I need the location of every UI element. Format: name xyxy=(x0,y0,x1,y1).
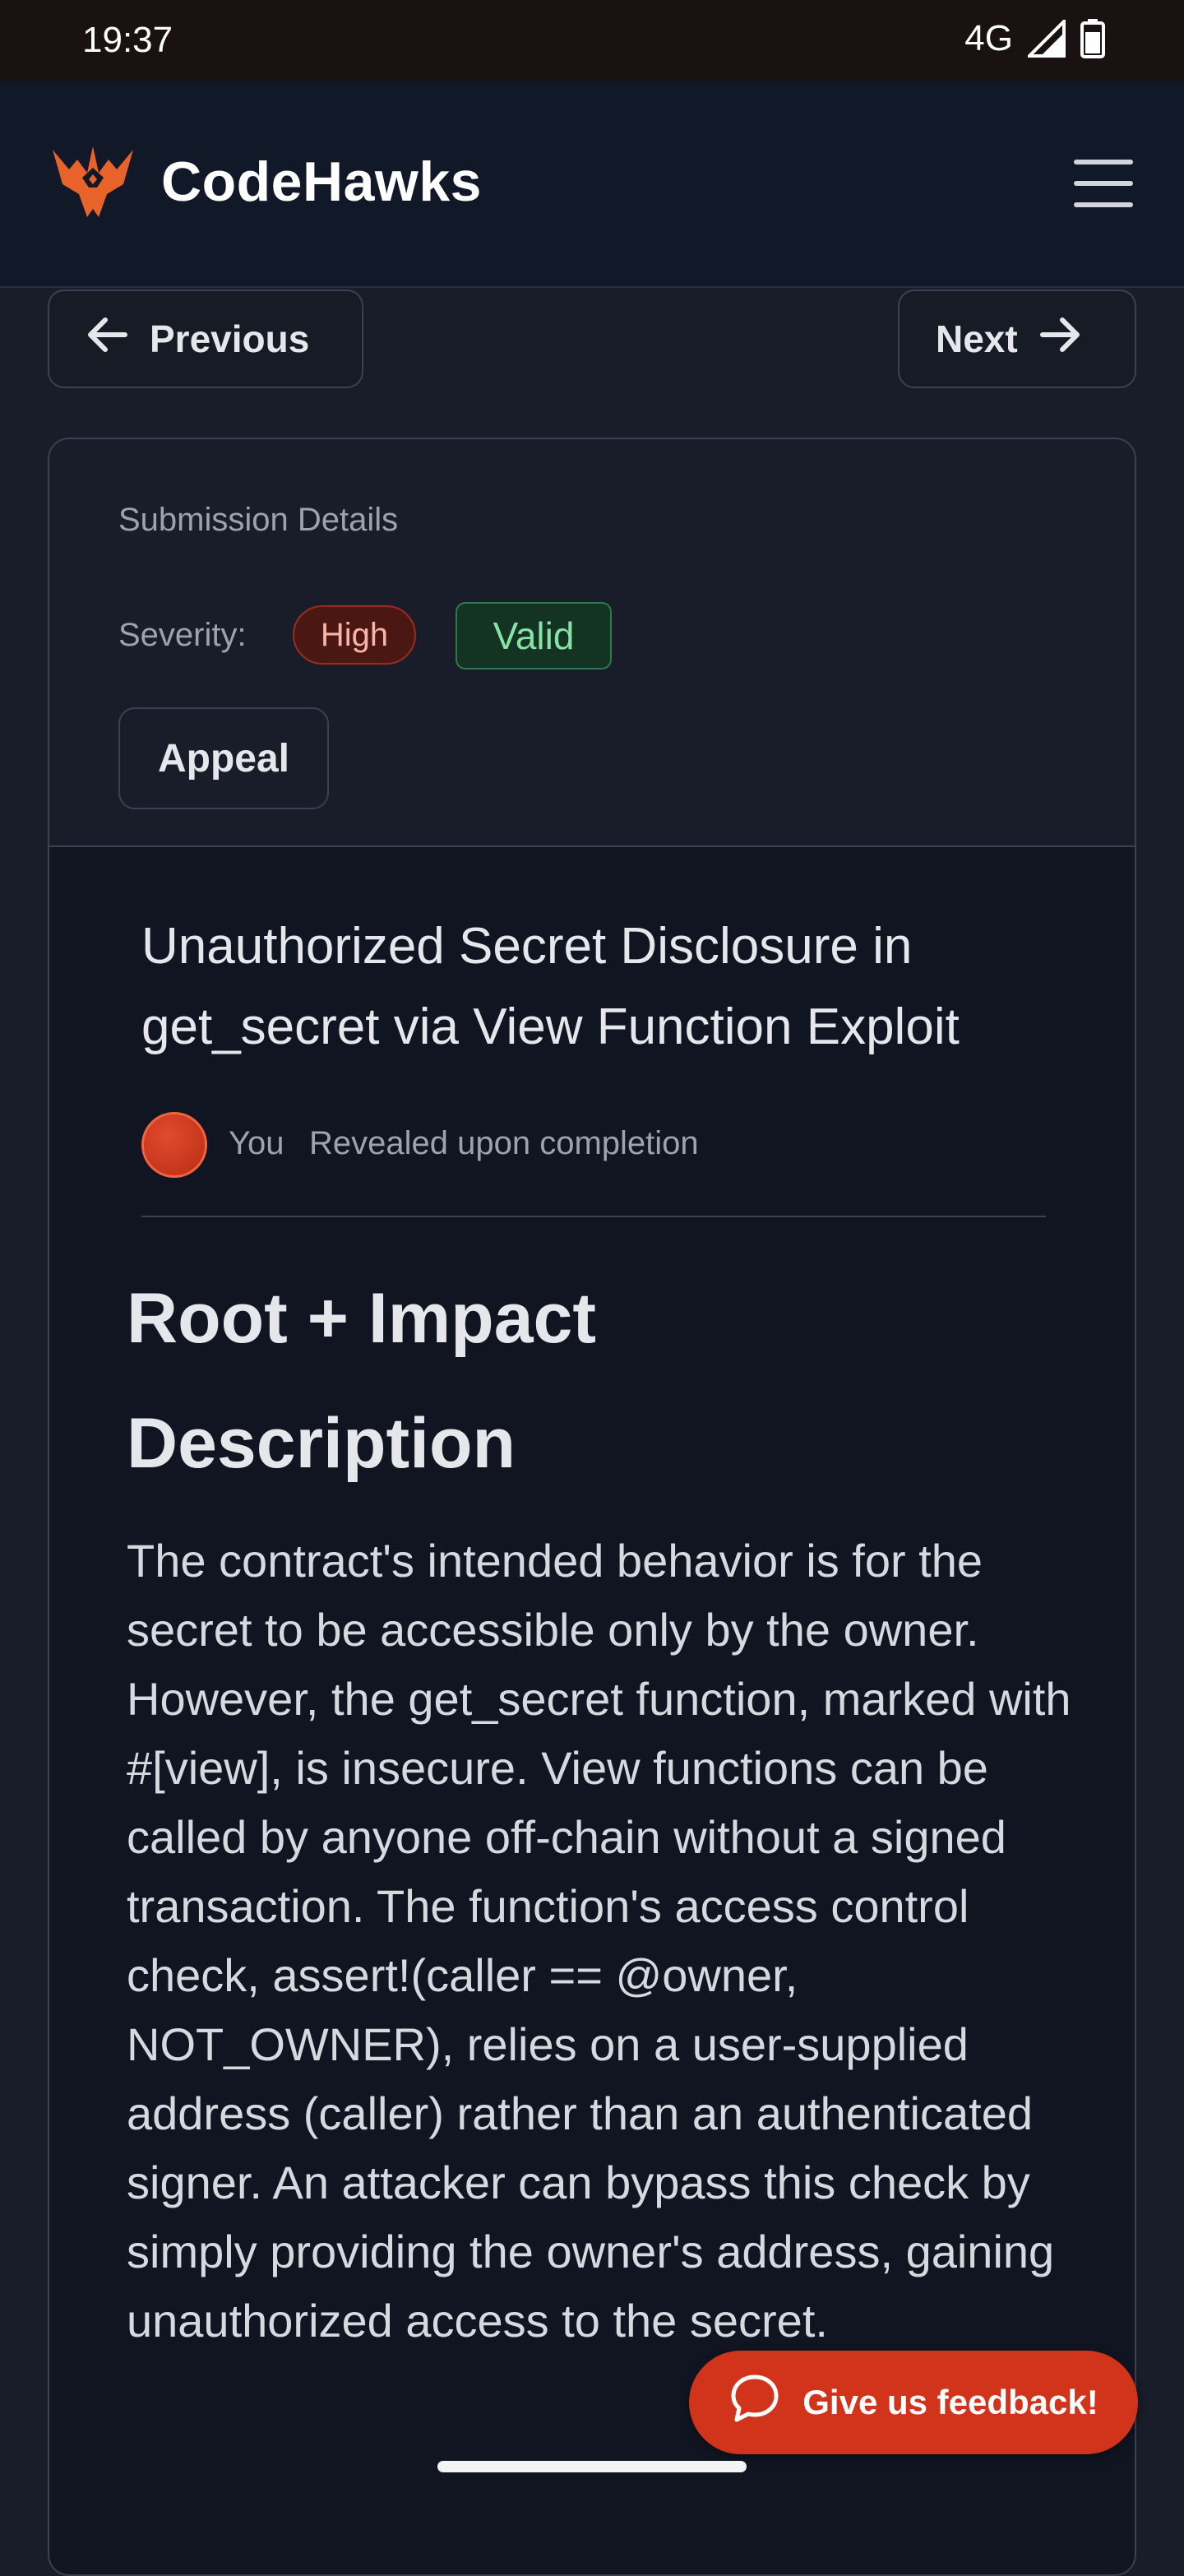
signal-icon xyxy=(1028,20,1066,58)
hamburger-menu-icon[interactable] xyxy=(1074,160,1133,209)
app-header: CodeHawks xyxy=(0,81,1184,288)
status-badge: Valid xyxy=(456,602,612,669)
status-time: 19:37 xyxy=(82,20,173,60)
feedback-button[interactable]: Give us feedback! xyxy=(689,2351,1138,2454)
author-name: You xyxy=(229,1125,284,1161)
author-meta: Revealed upon completion xyxy=(309,1125,699,1161)
home-indicator[interactable] xyxy=(437,2461,747,2472)
arrow-right-icon xyxy=(1039,317,1082,362)
submission-details: Submission Details Severity: High Valid … xyxy=(49,439,1135,847)
description-text: The contract's intended behavior is for … xyxy=(127,1535,1071,2347)
heading-root-impact: Root + Impact xyxy=(127,1279,597,1358)
heading-description: Description xyxy=(127,1404,516,1483)
severity-badge: High xyxy=(293,605,416,665)
submission-details-label: Submission Details xyxy=(118,502,399,538)
appeal-button[interactable]: Appeal xyxy=(118,707,329,809)
feedback-label: Give us feedback! xyxy=(802,2383,1098,2421)
battery-icon xyxy=(1080,19,1105,58)
previous-button[interactable]: Previous xyxy=(48,290,363,388)
status-bar: 19:37 4G xyxy=(0,0,1184,81)
next-button[interactable]: Next xyxy=(898,290,1136,388)
brand-name[interactable]: CodeHawks xyxy=(161,150,482,214)
next-label: Next xyxy=(936,317,1018,360)
previous-label: Previous xyxy=(150,317,310,360)
report-title: Unauthorized Secret Disclosure in get_se… xyxy=(141,918,960,1055)
divider xyxy=(141,1216,1046,1217)
chat-bubble-icon xyxy=(728,2372,781,2433)
severity-label: Severity: xyxy=(118,617,247,653)
network-type: 4G xyxy=(964,18,1013,58)
status-icons: 4G xyxy=(964,18,1105,59)
submission-card: Submission Details Severity: High Valid … xyxy=(48,438,1136,2576)
hawk-logo-icon[interactable] xyxy=(49,145,136,225)
avatar xyxy=(141,1112,207,1178)
arrow-left-icon xyxy=(86,317,128,362)
